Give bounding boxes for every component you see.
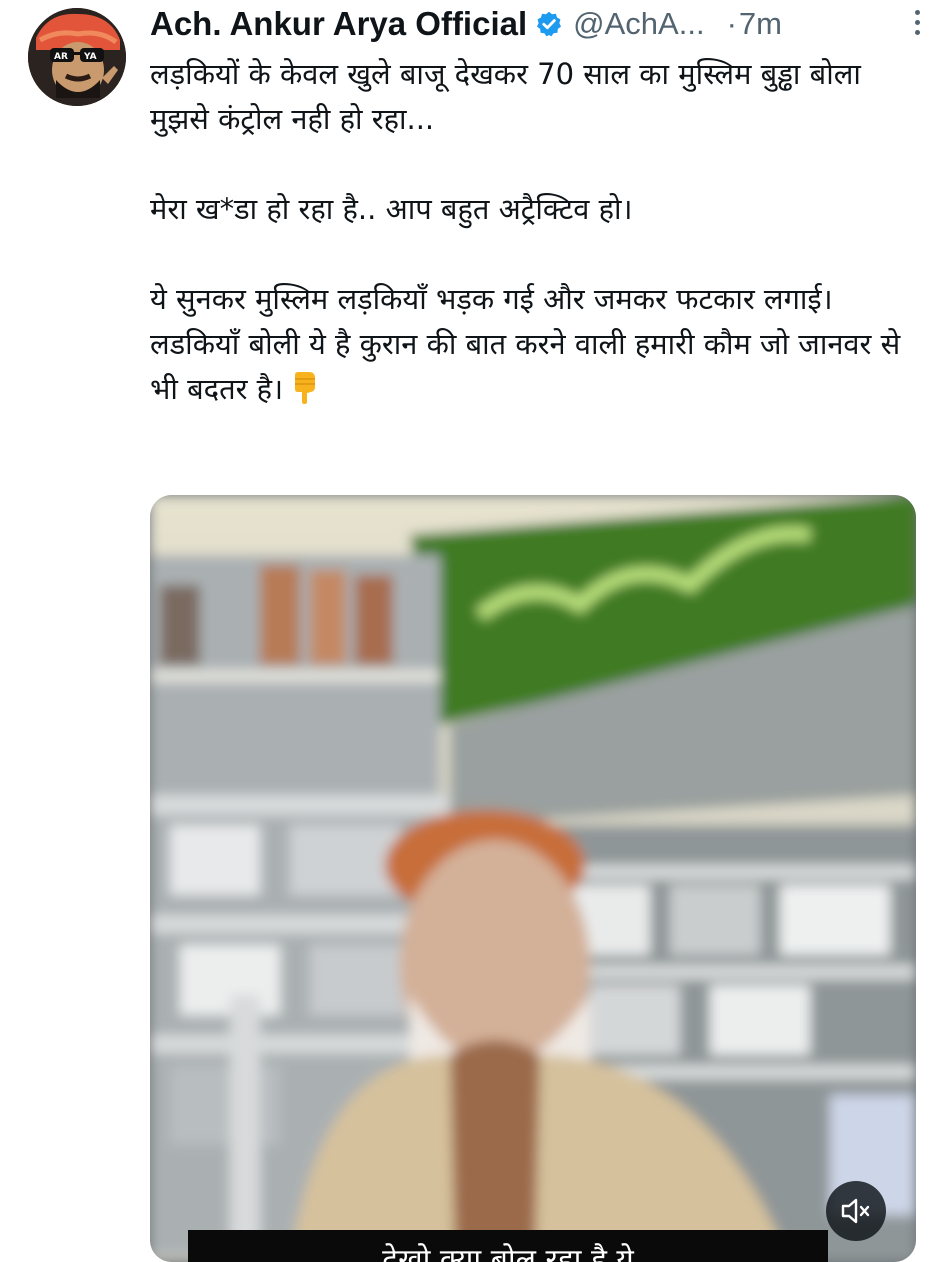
tweet-header: Ach. Ankur Arya Official @AchA... · 7m — [150, 2, 920, 46]
tweet-text: लड़कियों के केवल खुले बाजू देखकर 70 साल … — [150, 52, 920, 412]
pointing-down-emoji — [289, 371, 319, 405]
tweet-line-3: ये सुनकर मुस्लिम लड़कियाँ भड़क गई और जमक… — [150, 282, 833, 316]
tweet-line-4-text: लडकियाँ बोली ये है कुरान की बात करने वाल… — [150, 327, 901, 406]
author-display-name[interactable]: Ach. Ankur Arya Official — [150, 5, 527, 43]
author-handle[interactable]: @AchA... — [573, 6, 704, 42]
tweet-timestamp[interactable]: 7m — [739, 6, 782, 42]
video-frame-image — [150, 495, 916, 1262]
tweet-line-1: लड़कियों के केवल खुले बाजू देखकर 70 साल … — [150, 57, 861, 136]
svg-text:YA: YA — [83, 52, 97, 62]
video-caption-text: देखो क्या बोल रहा है ये — [382, 1243, 634, 1262]
video-caption-bar: देखो क्या बोल रहा है ये — [188, 1230, 828, 1262]
tweet-line-4: लडकियाँ बोली ये है कुरान की बात करने वाल… — [150, 322, 920, 412]
verified-badge-icon — [535, 10, 563, 38]
author-avatar[interactable]: AR YA — [28, 8, 126, 106]
speaker-muted-icon[interactable] — [826, 1181, 886, 1241]
more-options-icon[interactable] — [907, 10, 927, 40]
tweet-line-2: मेरा ख*डा हो रहा है.. आप बहुत अट्रैक्टिव… — [150, 192, 633, 226]
avatar-glasses-text: AR — [54, 52, 68, 62]
tweet-video[interactable]: देखो क्या बोल रहा है ये — [150, 495, 916, 1262]
separator-dot: · — [726, 6, 737, 41]
